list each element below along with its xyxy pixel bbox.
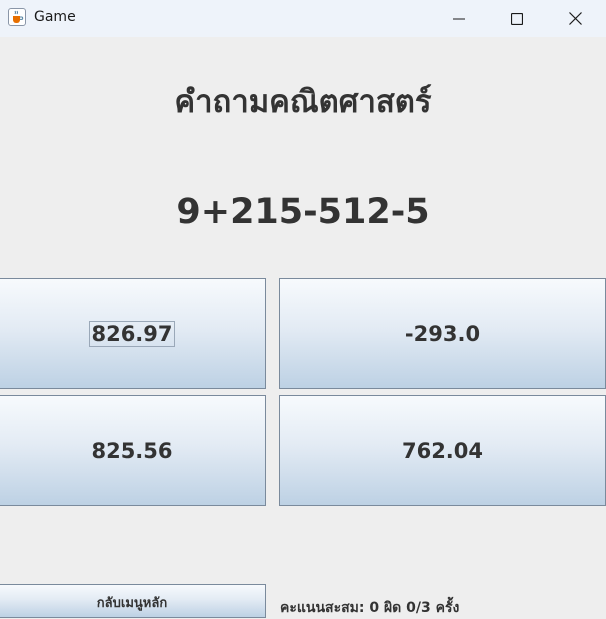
minimize-button[interactable] xyxy=(430,0,488,37)
answer-label-2: -293.0 xyxy=(404,321,481,346)
answer-label-1: 826.97 xyxy=(89,320,175,347)
math-question: 9+215-512-5 xyxy=(176,192,430,232)
maximize-button[interactable] xyxy=(488,0,546,37)
title-bar: Game xyxy=(0,0,606,37)
answer-button-2[interactable]: -293.0 xyxy=(279,278,606,389)
close-button[interactable] xyxy=(546,0,604,37)
back-to-menu-button[interactable]: กลับเมนูหลัก xyxy=(0,584,266,618)
close-icon xyxy=(568,12,582,25)
answer-button-3[interactable]: 825.56 xyxy=(0,395,266,506)
window-title: Game xyxy=(34,9,76,25)
answer-label-4: 762.04 xyxy=(401,438,484,463)
java-cup-icon xyxy=(8,8,26,26)
answer-button-1[interactable]: 826.97 xyxy=(0,278,266,389)
page-title: คำถามคณิตศาสตร์ xyxy=(174,84,432,120)
minimize-icon xyxy=(453,18,465,19)
score-status: คะแนนสะสม: 0 ผิด 0/3 ครั้ง xyxy=(280,600,460,616)
answer-label-3: 825.56 xyxy=(91,438,173,463)
answer-button-4[interactable]: 762.04 xyxy=(279,395,606,506)
maximize-icon xyxy=(511,12,523,25)
